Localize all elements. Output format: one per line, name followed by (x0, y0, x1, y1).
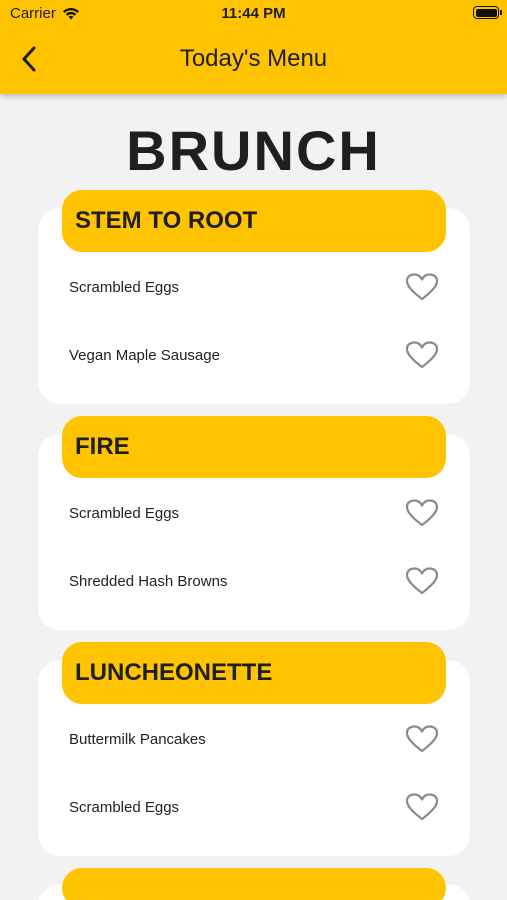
menu-item[interactable]: Shredded Hash Browns (69, 561, 439, 601)
meal-heading: BRUNCH (126, 119, 381, 182)
menu-item-name: Scrambled Eggs (69, 278, 180, 296)
heart-icon[interactable] (405, 724, 439, 754)
menu-item[interactable]: Vegan Maple Sausage (69, 335, 439, 375)
heart-icon[interactable] (405, 498, 439, 528)
menu-item[interactable]: Scrambled Eggs (69, 787, 439, 827)
station-header: FIRE (62, 416, 446, 478)
navigation-header: Carrier 11:44 PM Today's Menu (0, 0, 507, 94)
menu-item-name: Vegan Maple Sausage (69, 346, 220, 364)
heart-icon[interactable] (405, 272, 439, 302)
station-header: STEM TO ROOT (62, 190, 446, 252)
battery-icon (473, 6, 502, 19)
menu-scroll-view[interactable]: BRUNCH STEM TO ROOT Scrambled Eggs Vegan… (0, 94, 507, 900)
status-bar: Carrier 11:44 PM (0, 0, 507, 28)
station-header-partial (62, 868, 446, 900)
station-title: STEM TO ROOT (75, 207, 258, 234)
heart-icon[interactable] (405, 566, 439, 596)
menu-item-name: Scrambled Eggs (69, 798, 180, 816)
nav-title: Today's Menu (179, 45, 328, 72)
menu-item-name: Scrambled Eggs (69, 504, 180, 522)
heart-icon[interactable] (405, 792, 439, 822)
menu-item[interactable]: Scrambled Eggs (69, 267, 439, 307)
menu-item-name: Buttermilk Pancakes (69, 730, 206, 748)
battery-level (475, 8, 497, 17)
station-header: LUNCHEONETTE (62, 642, 446, 704)
menu-item-name: Shredded Hash Browns (69, 572, 228, 590)
heart-icon[interactable] (405, 340, 439, 370)
station-title: FIRE (75, 433, 130, 460)
status-time: 11:44 PM (221, 5, 286, 22)
menu-item[interactable]: Buttermilk Pancakes (69, 719, 439, 759)
station-title: LUNCHEONETTE (75, 659, 273, 686)
menu-item[interactable]: Scrambled Eggs (69, 493, 439, 533)
